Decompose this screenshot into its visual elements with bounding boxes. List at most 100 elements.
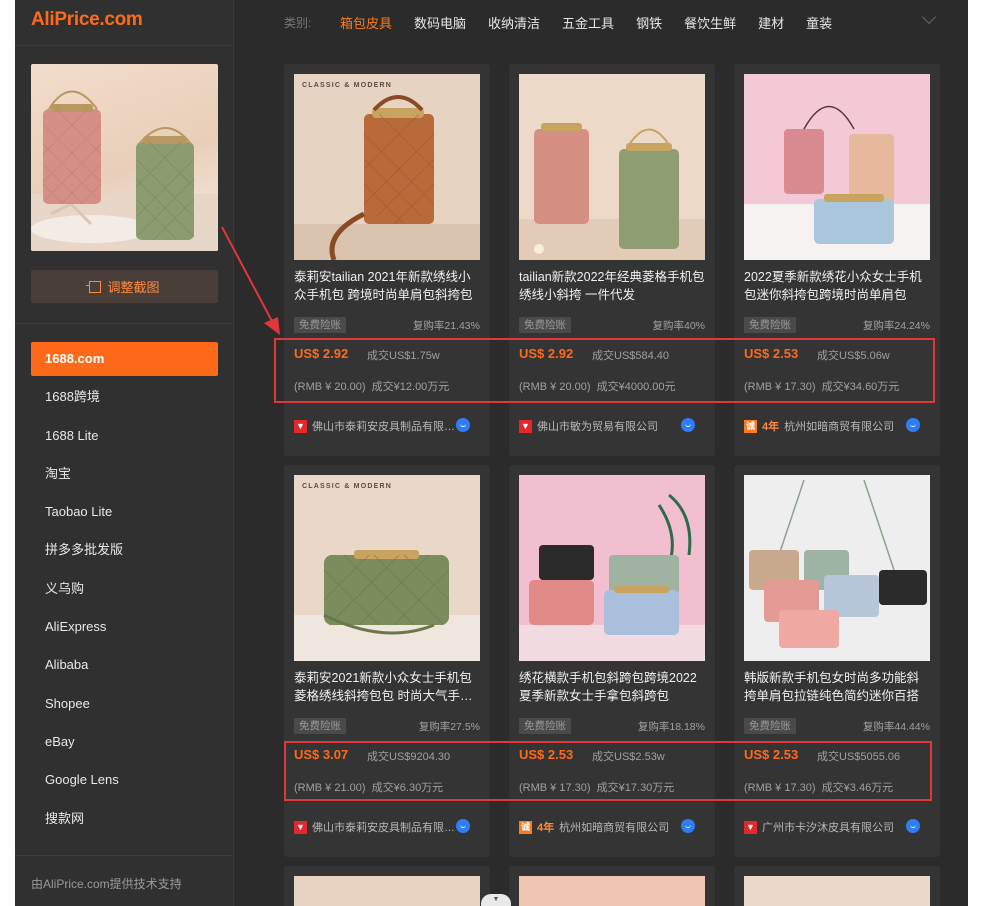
seller-badge-icon: ▼ (744, 820, 757, 834)
chat-icon[interactable] (681, 418, 695, 432)
platform-item-shopee[interactable]: Shopee (31, 687, 218, 721)
product-image-graphic (294, 475, 480, 661)
product-title[interactable]: 泰莉安tailian 2021年新款绣线小众手机包 跨境时尚单肩包斜挎包 (294, 268, 480, 304)
product-card[interactable] (284, 866, 490, 906)
product-grid: CLASSIC & MODERN 泰莉安tailian 2021年新款绣线小众手… (234, 45, 968, 906)
platform-item-pinduoduo[interactable]: 拼多多批发版 (31, 533, 218, 567)
product-card[interactable]: CLASSIC & MODERN 泰莉安2021新款小众女士手机包 菱格绣线斜挎… (284, 465, 490, 857)
powered-by-text[interactable]: 由AliPrice.com提供技术支持 (31, 875, 182, 892)
divider (15, 45, 233, 46)
platform-item-taobao-lite[interactable]: Taobao Lite (31, 495, 218, 529)
seller-badge-icon: 诚 (519, 820, 533, 834)
category-bar: 类别: 箱包皮具 数码电脑 收纳清洁 五金工具 钢铁 餐饮生鲜 建材 童装 (234, 0, 968, 45)
product-image[interactable]: CLASSIC & MODERN (294, 74, 480, 260)
price-rmb: (RMB ¥ 17.30) 成交¥17.30万元 (519, 779, 674, 795)
product-card[interactable]: 韩版新款手机包女时尚多功能斜挎单肩包拉链纯色简约迷你百搭 免费险账 复购率44.… (734, 465, 940, 857)
deal-volume-usd: 成交US$5.06w (817, 350, 890, 362)
seller-row[interactable]: ▼ 佛山市敏为贸易有限公司 (519, 417, 705, 435)
price-rmb: (RMB ¥ 17.30) 成交¥3.46万元 (744, 779, 893, 795)
platform-item-1688-lite[interactable]: 1688 Lite (31, 419, 218, 453)
product-image[interactable] (744, 876, 930, 906)
deal-volume-rmb: 成交¥34.60万元 (821, 381, 900, 393)
category-tabs: 箱包皮具 数码电脑 收纳清洁 五金工具 钢铁 餐饮生鲜 建材 童装 (340, 13, 832, 32)
product-title[interactable]: 韩版新款手机包女时尚多功能斜挎单肩包拉链纯色简约迷你百搭 (744, 669, 930, 705)
adjust-screenshot-button[interactable]: 调整截图 (31, 270, 218, 303)
category-tab-steel[interactable]: 钢铁 (636, 13, 662, 32)
seller-years: 4年 (762, 421, 780, 433)
seller-name[interactable]: 佛山市敏为贸易有限公司 (537, 418, 658, 434)
category-tab-storage[interactable]: 收纳清洁 (488, 13, 540, 32)
product-image[interactable]: CLASSIC & MODERN (294, 475, 480, 661)
category-tab-hardware[interactable]: 五金工具 (562, 13, 614, 32)
category-tab-luggage[interactable]: 箱包皮具 (340, 13, 392, 32)
category-tab-kids[interactable]: 童装 (806, 13, 832, 32)
product-card[interactable] (509, 866, 715, 906)
platform-item-1688[interactable]: 1688.com (31, 342, 218, 376)
seller-row[interactable]: ▼ 广州市卡汐沐皮具有限公司 (744, 818, 930, 836)
product-image-graphic (519, 475, 705, 661)
adjust-screenshot-label: 调整截图 (107, 280, 160, 295)
category-tab-building[interactable]: 建材 (758, 13, 784, 32)
product-card[interactable]: 2022夏季新款绣花小众女士手机包迷你斜挎包跨境时尚单肩包 免费险账 复购率24… (734, 64, 940, 456)
category-label: 类别: (284, 16, 312, 30)
seller-row[interactable]: ▼ 佛山市泰莉安皮具制品有限公司 (294, 818, 480, 836)
chat-icon[interactable] (906, 819, 920, 833)
seller-name[interactable]: 杭州如暗商贸有限公司 (784, 418, 894, 434)
aliprice-panel: AliPrice.com 调整截图 1688.com 1688跨境 1688 L… (15, 0, 968, 906)
product-image-graphic (294, 74, 480, 260)
platform-item-google-lens[interactable]: Google Lens (31, 763, 218, 797)
chat-icon[interactable] (456, 418, 470, 432)
seller-name[interactable]: 佛山市泰莉安皮具制品有限公司 (312, 418, 462, 434)
product-card[interactable] (734, 866, 940, 906)
platform-item-taobao[interactable]: 淘宝 (31, 457, 218, 491)
product-image[interactable] (744, 475, 930, 661)
seller-row[interactable]: 诚 4年 杭州如暗商贸有限公司 (744, 417, 930, 435)
price-rmb: (RMB ¥ 20.00) 成交¥12.00万元 (294, 378, 449, 394)
seller-name[interactable]: 佛山市泰莉安皮具制品有限公司 (312, 819, 462, 835)
seller-name[interactable]: 杭州如暗商贸有限公司 (559, 819, 669, 835)
aliprice-logo[interactable]: AliPrice.com (31, 9, 143, 31)
price-rmb-value: (RMB ¥ 17.30) (744, 381, 816, 393)
seller-row[interactable]: ▼ 佛山市泰莉安皮具制品有限公司 (294, 417, 480, 435)
platform-item-yiwugo[interactable]: 义乌购 (31, 572, 218, 606)
free-insurance-badge: 免费险账 (519, 317, 571, 333)
product-image[interactable] (294, 876, 480, 906)
product-title[interactable]: tailian新款2022年经典菱格手机包 绣线小斜挎 一件代发 (519, 268, 705, 304)
price-rmb: (RMB ¥ 21.00) 成交¥6.30万元 (294, 779, 443, 795)
category-tab-digital[interactable]: 数码电脑 (414, 13, 466, 32)
product-card[interactable]: tailian新款2022年经典菱格手机包 绣线小斜挎 一件代发 免费险账 复购… (509, 64, 715, 456)
repurchase-rate: 复购率24.24% (862, 320, 930, 332)
platform-item-ebay[interactable]: eBay (31, 725, 218, 759)
deal-volume-rmb: 成交¥3.46万元 (821, 782, 894, 794)
platform-item-1688-crossborder[interactable]: 1688跨境 (31, 380, 218, 414)
chat-icon[interactable] (681, 819, 695, 833)
product-title[interactable]: 绣花横款手机包斜跨包跨境2022夏季新款女士手拿包斜跨包 (519, 669, 705, 705)
divider (15, 323, 233, 324)
free-insurance-badge: 免费险账 (294, 317, 346, 333)
category-tab-food[interactable]: 餐饮生鲜 (684, 13, 736, 32)
chat-icon[interactable] (906, 418, 920, 432)
expand-tab[interactable]: ▼ (481, 894, 511, 906)
product-image-tag: CLASSIC & MODERN (302, 483, 392, 490)
product-card[interactable]: 绣花横款手机包斜跨包跨境2022夏季新款女士手拿包斜跨包 免费险账 复购率18.… (509, 465, 715, 857)
platform-item-soukuan[interactable]: 搜款网 (31, 802, 218, 836)
seller-name[interactable]: 广州市卡汐沐皮具有限公司 (762, 819, 894, 835)
product-title[interactable]: 2022夏季新款绣花小众女士手机包迷你斜挎包跨境时尚单肩包 (744, 268, 930, 304)
product-image-graphic (744, 475, 930, 661)
price-rmb-value: (RMB ¥ 20.00) (519, 381, 591, 393)
platform-item-alibaba[interactable]: Alibaba (31, 648, 218, 682)
platform-item-aliexpress[interactable]: AliExpress (31, 610, 218, 644)
product-image[interactable] (519, 876, 705, 906)
product-card[interactable]: CLASSIC & MODERN 泰莉安tailian 2021年新款绣线小众手… (284, 64, 490, 456)
repurchase-rate: 复购率40% (652, 320, 705, 332)
chat-icon[interactable] (456, 819, 470, 833)
seller-row[interactable]: 诚 4年 杭州如暗商贸有限公司 (519, 818, 705, 836)
seller-badge-icon: ▼ (294, 419, 307, 433)
product-title[interactable]: 泰莉安2021新款小众女士手机包 菱格绣线斜挎包包 时尚大气手机包 (294, 669, 480, 705)
price-usd: US$ 2.92 (519, 346, 574, 361)
product-image[interactable] (519, 74, 705, 260)
product-image[interactable] (744, 74, 930, 260)
product-image[interactable] (519, 475, 705, 661)
seller-badge-icon: 诚 (744, 419, 758, 433)
chevron-down-icon[interactable] (921, 9, 937, 25)
